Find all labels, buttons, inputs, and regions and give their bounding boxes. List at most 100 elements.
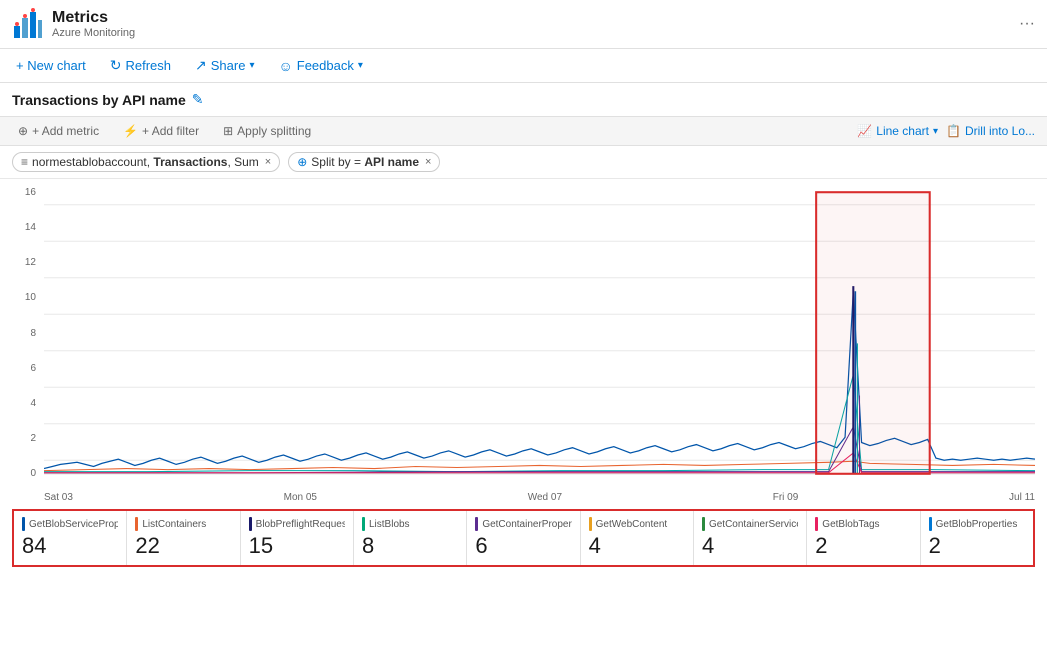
filter-pill-close-1[interactable]: × — [265, 156, 271, 168]
options-bar: ⊕ + Add metric ⚡ + Add filter ⊞ Apply sp… — [0, 116, 1047, 146]
feedback-icon: ☺ — [278, 58, 292, 74]
filter-pill-text-1: normestablobaccount, Transactions, Sum — [32, 155, 259, 169]
legend-item-2: BlobPreflightRequest 15 — [241, 511, 354, 565]
filter-pill-icon-2: ⊕ — [297, 155, 307, 169]
legend-name-4: GetContainerProperties — [475, 517, 571, 531]
legend-color-3 — [362, 517, 365, 531]
legend-item-0: GetBlobServiceProper... 84 — [14, 511, 127, 565]
legend-value-7: 2 — [815, 533, 911, 559]
legend-name-6: GetContainerServiceM... — [702, 517, 798, 531]
legend-item-6: GetContainerServiceM... 4 — [694, 511, 807, 565]
legend-item-7: GetBlobTags 2 — [807, 511, 920, 565]
legend-item-4: GetContainerProperties 6 — [467, 511, 580, 565]
add-metric-button[interactable]: ⊕ + Add metric — [12, 121, 105, 141]
share-icon: ↗ — [195, 57, 207, 74]
feedback-button[interactable]: ☺ Feedback ▾ — [274, 56, 366, 76]
metrics-icon — [12, 8, 44, 40]
add-filter-icon: ⚡ — [123, 124, 138, 138]
legend-item-3: ListBlobs 8 — [354, 511, 467, 565]
legend-name-5: GetWebContent — [589, 517, 685, 531]
y-label-4: 4 — [30, 398, 40, 409]
y-label-12: 12 — [25, 257, 40, 268]
line-chart-button[interactable]: 📈 Line chart ▾ — [857, 124, 938, 138]
y-label-14: 14 — [25, 222, 40, 233]
x-label-fri09: Fri 09 — [773, 492, 799, 503]
refresh-label: Refresh — [125, 58, 171, 73]
y-label-10: 10 — [25, 292, 40, 303]
add-metric-icon: ⊕ — [18, 124, 28, 138]
x-label-mon05: Mon 05 — [284, 492, 317, 503]
legend-name-8: GetBlobProperties — [929, 517, 1025, 531]
x-label-jul11: Jul 11 — [1009, 492, 1035, 503]
legend-name-7: GetBlobTags — [815, 517, 911, 531]
legend-item-8: GetBlobProperties 2 — [921, 511, 1033, 565]
apply-splitting-label: Apply splitting — [237, 124, 311, 138]
legend-value-5: 4 — [589, 533, 685, 559]
line-chart-chevron: ▾ — [933, 126, 938, 137]
y-label-8: 8 — [30, 328, 40, 339]
x-axis: Sat 03 Mon 05 Wed 07 Fri 09 Jul 11 — [44, 485, 1035, 509]
apply-splitting-icon: ⊞ — [223, 124, 233, 138]
legend-color-1 — [135, 517, 138, 531]
chart-title: Transactions by API name — [12, 92, 186, 108]
filter-pill-icon-1: ≡ — [21, 155, 28, 169]
share-label: Share — [211, 58, 246, 73]
y-label-0: 0 — [30, 468, 40, 479]
add-filter-button[interactable]: ⚡ + Add filter — [117, 121, 205, 141]
apply-splitting-button[interactable]: ⊞ Apply splitting — [217, 121, 317, 141]
legend-value-8: 2 — [929, 533, 1025, 559]
legend-name-0: GetBlobServiceProper... — [22, 517, 118, 531]
x-label-sat03: Sat 03 — [44, 492, 73, 503]
add-metric-label: + Add metric — [32, 124, 99, 138]
new-chart-button[interactable]: + New chart — [12, 56, 90, 75]
chart-inner: 16 14 12 10 8 6 4 2 0 — [12, 187, 1035, 509]
filter-pill-split[interactable]: ⊕ Split by = API name × — [288, 152, 440, 172]
refresh-icon: ↻ — [110, 57, 122, 74]
x-label-wed07: Wed 07 — [528, 492, 562, 503]
new-chart-label: + New chart — [16, 58, 86, 73]
legend-name-3: ListBlobs — [362, 517, 458, 531]
chart-svg — [44, 187, 1035, 479]
y-label-16: 16 — [25, 187, 40, 198]
chart-area: 16 14 12 10 8 6 4 2 0 — [0, 179, 1047, 509]
filter-pill-transactions[interactable]: ≡ normestablobaccount, Transactions, Sum… — [12, 152, 280, 172]
drill-icon: 📋 — [946, 124, 961, 138]
main-toolbar: + New chart ↻ Refresh ↗ Share ▾ ☺ Feedba… — [0, 49, 1047, 83]
legend-name-2: BlobPreflightRequest — [249, 517, 345, 531]
legend-value-6: 4 — [702, 533, 798, 559]
legend-value-3: 8 — [362, 533, 458, 559]
legend-color-8 — [929, 517, 932, 531]
legend-color-7 — [815, 517, 818, 531]
feedback-label: Feedback — [297, 58, 354, 73]
legend-value-4: 6 — [475, 533, 571, 559]
legend-value-2: 15 — [249, 533, 345, 559]
legend-table: GetBlobServiceProper... 84 ListContainer… — [12, 509, 1035, 567]
drill-into-button[interactable]: 📋 Drill into Lo... — [946, 124, 1035, 138]
add-filter-label: + Add filter — [142, 124, 199, 138]
drill-label: Drill into Lo... — [965, 124, 1035, 138]
y-label-6: 6 — [30, 363, 40, 374]
refresh-button[interactable]: ↻ Refresh — [106, 55, 175, 76]
filter-bar: ≡ normestablobaccount, Transactions, Sum… — [0, 146, 1047, 179]
legend-color-0 — [22, 517, 25, 531]
more-options-button[interactable]: ··· — [1019, 15, 1035, 33]
legend-color-6 — [702, 517, 705, 531]
legend-color-5 — [589, 517, 592, 531]
chart-title-bar: Transactions by API name ✎ — [0, 83, 1047, 116]
legend-value-0: 84 — [22, 533, 118, 559]
line-chart-label: Line chart — [876, 124, 929, 138]
legend-name-1: ListContainers — [135, 517, 231, 531]
app-header: Metrics Azure Monitoring ··· — [0, 0, 1047, 49]
edit-chart-title-button[interactable]: ✎ — [192, 91, 204, 108]
chart-svg-container[interactable] — [44, 187, 1035, 479]
y-label-2: 2 — [30, 433, 40, 444]
y-axis: 16 14 12 10 8 6 4 2 0 — [12, 187, 40, 479]
legend-color-4 — [475, 517, 478, 531]
legend-item-5: GetWebContent 4 — [581, 511, 694, 565]
filter-pill-close-2[interactable]: × — [425, 156, 431, 168]
legend-value-1: 22 — [135, 533, 231, 559]
legend-item-1: ListContainers 22 — [127, 511, 240, 565]
share-button[interactable]: ↗ Share ▾ — [191, 55, 258, 76]
header-title-group: Metrics Azure Monitoring — [52, 9, 135, 39]
app-title: Metrics — [52, 9, 135, 27]
